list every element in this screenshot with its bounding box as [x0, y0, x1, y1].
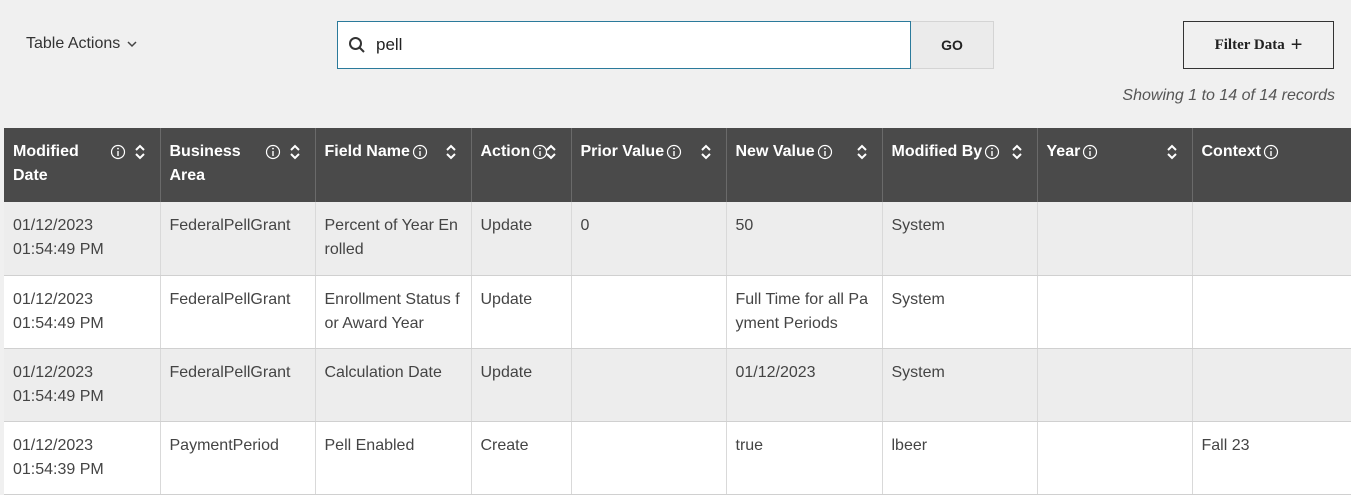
plus-icon: +	[1290, 34, 1303, 56]
search-icon	[348, 36, 366, 54]
audit-table: Modified Date Business Area Field Name Acti…	[4, 128, 1351, 495]
info-icon[interactable]	[666, 144, 682, 160]
table-row[interactable]: 01/12/2023 01:54:49 PM FederalPellGrant Per…	[4, 202, 1351, 276]
cell-date: 01/12/2023	[13, 217, 94, 234]
table-row[interactable]: 01/12/2023 01:54:49 PM FederalPellGrant Enr…	[4, 275, 1351, 349]
cell-time: 01:54:49 PM	[13, 241, 104, 258]
cell-date: 01/12/2023	[13, 290, 94, 308]
cell-year	[1037, 275, 1193, 349]
column-header[interactable]: Context	[1192, 128, 1351, 202]
info-icon[interactable]	[265, 144, 281, 160]
column-header-label: Business Area	[169, 143, 241, 184]
column-header[interactable]: Prior Value	[571, 128, 727, 202]
cell-date: 01/12/2023	[13, 363, 94, 381]
sort-icon[interactable]	[1011, 143, 1023, 161]
cell-modified-by: System	[882, 275, 1038, 349]
go-button[interactable]: GO	[911, 21, 994, 69]
cell-year	[1037, 421, 1193, 495]
cell-time: 01:54:39 PM	[13, 460, 104, 478]
sort-icon[interactable]	[856, 143, 868, 161]
column-header[interactable]: New Value	[726, 128, 883, 202]
search-box	[337, 21, 911, 69]
filter-data-label: Filter Data	[1214, 36, 1285, 53]
cell-context: Fall 23	[1192, 421, 1351, 495]
cell-new-value: Full Time for all Payment Periods	[726, 275, 883, 349]
table-row[interactable]: 01/12/2023 01:54:49 PM FederalPellGrant Cal…	[4, 348, 1351, 422]
cell-modified-date: 01/12/2023 01:54:49 PM	[4, 275, 161, 349]
cell-action: Create	[471, 421, 572, 495]
cell-business-area: PaymentPeriod	[160, 421, 316, 495]
info-icon[interactable]	[110, 144, 126, 160]
table-body: 01/12/2023 01:54:49 PM FederalPellGrant Per…	[4, 202, 1351, 495]
column-header-label: Modified By	[891, 143, 983, 160]
cell-new-value: true	[726, 421, 883, 495]
table-header-row: Modified Date Business Area Field Name Acti…	[4, 128, 1351, 202]
cell-business-area: FederalPellGrant	[160, 348, 316, 422]
column-header[interactable]: Modified Date	[4, 128, 161, 202]
column-header-label: New Value	[735, 143, 815, 160]
sort-icon[interactable]	[1166, 143, 1178, 161]
cell-prior-value	[571, 421, 727, 495]
cell-modified-by: lbeer	[882, 421, 1038, 495]
info-icon[interactable]	[984, 144, 1000, 160]
cell-context	[1192, 202, 1351, 276]
cell-field-name: Calculation Date	[315, 348, 472, 422]
column-header[interactable]: Action	[471, 128, 572, 202]
cell-year	[1037, 348, 1193, 422]
toolbar: Table Actions GO Filter Data + Showing 1…	[0, 0, 1351, 128]
chevron-down-icon	[127, 41, 137, 48]
column-header-label: Year	[1046, 143, 1081, 160]
column-header-label: Context	[1201, 143, 1262, 160]
table-actions-dropdown[interactable]: Table Actions	[26, 35, 138, 53]
cell-action: Update	[471, 348, 572, 422]
cell-modified-by: System	[882, 348, 1038, 422]
cell-field-name: Percent of Year Enrolled	[315, 202, 472, 276]
cell-prior-value	[571, 275, 727, 349]
cell-prior-value	[571, 348, 727, 422]
table-row[interactable]: 01/12/2023 01:54:39 PM PaymentPeriod Pell E…	[4, 421, 1351, 495]
search-input[interactable]	[374, 34, 910, 56]
cell-modified-date: 01/12/2023 01:54:39 PM	[4, 421, 161, 495]
column-header-label: Prior Value	[580, 143, 665, 160]
column-header-label: Modified Date	[13, 143, 79, 184]
column-header[interactable]: Modified By	[882, 128, 1038, 202]
sort-icon[interactable]	[700, 143, 712, 161]
column-header[interactable]: Business Area	[160, 128, 316, 202]
cell-year	[1037, 202, 1193, 276]
cell-date: 01/12/2023	[13, 436, 94, 454]
cell-action: Update	[471, 202, 572, 276]
cell-context	[1192, 348, 1351, 422]
cell-field-name: Pell Enabled	[315, 421, 472, 495]
cell-field-name: Enrollment Status for Award Year	[315, 275, 472, 349]
cell-new-value: 01/12/2023	[726, 348, 883, 422]
cell-action: Update	[471, 275, 572, 349]
cell-prior-value: 0	[571, 202, 727, 276]
column-header-label: Action	[480, 143, 531, 160]
cell-business-area: FederalPellGrant	[160, 275, 316, 349]
cell-context	[1192, 275, 1351, 349]
column-header[interactable]: Year	[1037, 128, 1193, 202]
records-count: Showing 1 to 14 of 14 records	[1122, 87, 1335, 104]
column-header-label: Field Name	[324, 143, 410, 160]
sort-icon[interactable]	[134, 143, 146, 161]
sort-icon[interactable]	[545, 143, 557, 161]
cell-time: 01:54:49 PM	[13, 387, 104, 405]
table-actions-label: Table Actions	[26, 35, 121, 52]
column-header[interactable]: Field Name	[315, 128, 472, 202]
cell-modified-date: 01/12/2023 01:54:49 PM	[4, 348, 161, 422]
info-icon[interactable]	[1263, 144, 1279, 160]
cell-new-value: 50	[726, 202, 883, 276]
cell-business-area: FederalPellGrant	[160, 202, 316, 276]
filter-data-button[interactable]: Filter Data +	[1183, 21, 1334, 69]
info-icon[interactable]	[1082, 144, 1098, 160]
cell-modified-date: 01/12/2023 01:54:49 PM	[4, 202, 161, 276]
sort-icon[interactable]	[445, 143, 457, 161]
sort-icon[interactable]	[289, 143, 301, 161]
info-icon[interactable]	[412, 144, 428, 160]
cell-modified-by: System	[882, 202, 1038, 276]
cell-time: 01:54:49 PM	[13, 314, 104, 332]
info-icon[interactable]	[817, 144, 833, 160]
